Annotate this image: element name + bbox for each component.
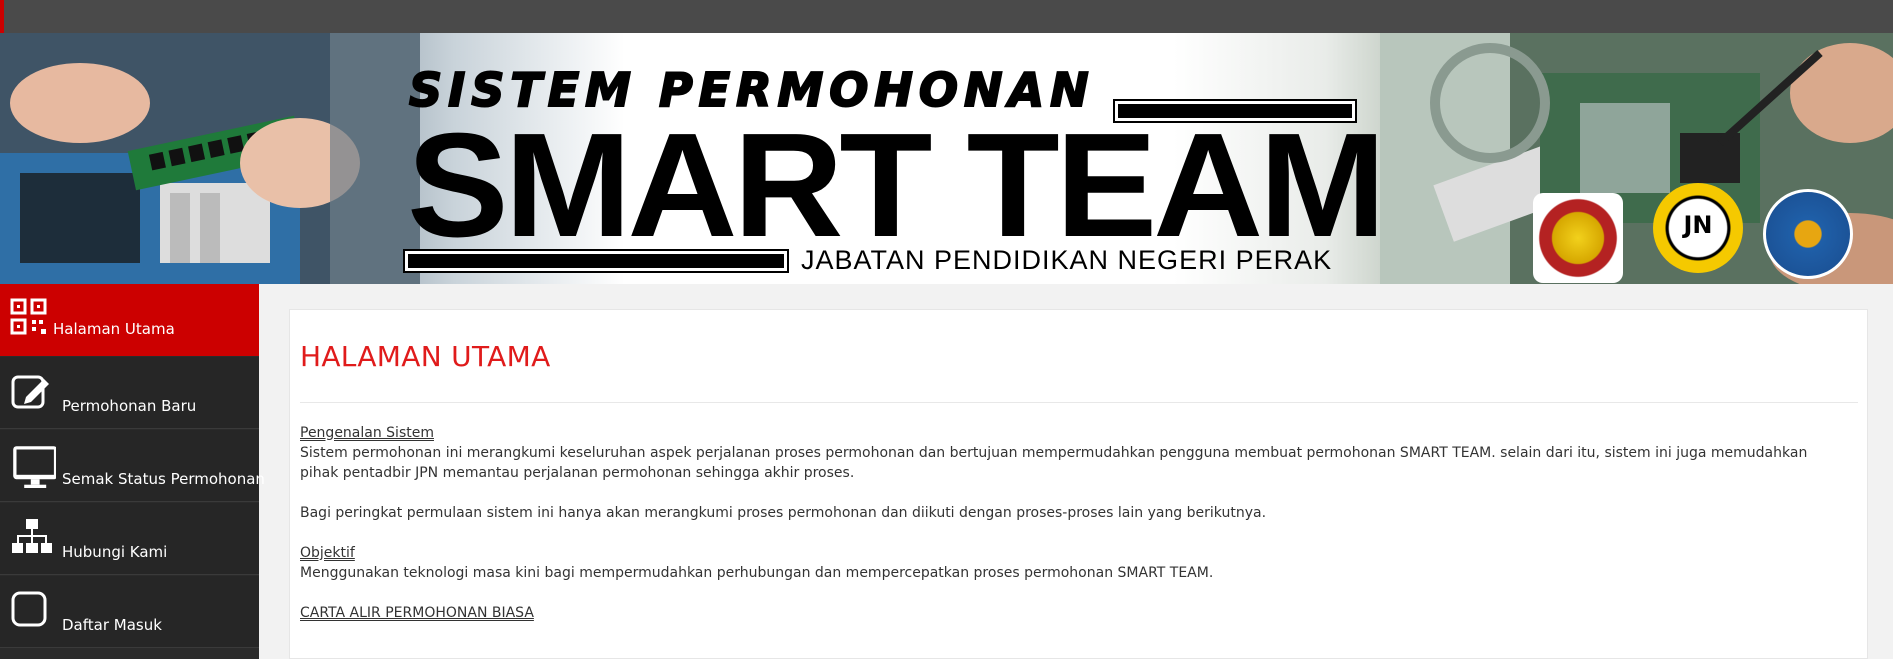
- malaysia-coat-of-arms-logo: [1533, 193, 1623, 283]
- qr-grid-icon: [10, 298, 47, 335]
- sidebar-item-semak-status[interactable]: Semak Status Permohonan: [0, 430, 265, 502]
- login-icon: [11, 591, 47, 627]
- sidebar-item-label: Daftar Masuk: [62, 616, 162, 634]
- sidebar-item-hubungi-kami[interactable]: Hubungi Kami: [0, 503, 259, 575]
- jpn-logo-text: JN: [1683, 211, 1713, 239]
- sitemap-icon: [12, 519, 52, 553]
- intro-text: Sistem permohonan ini merangkumi keselur…: [300, 445, 1808, 481]
- sidebar-item-label: Hubungi Kami: [62, 543, 168, 561]
- banner-title-block: SISTEM PERMOHONAN SMART TEAM JABATAN PEN…: [403, 53, 1386, 284]
- objective-text: Menggunakan teknologi masa kini bagi mem…: [300, 565, 1214, 581]
- edit-icon: [11, 375, 49, 409]
- banner-title-underline: [403, 249, 789, 273]
- intro-section: Pengenalan Sistem Sistem permohonan ini …: [300, 423, 1840, 483]
- sidebar-nav: Halaman Utama Permohonan Baru Semak Stat…: [0, 284, 265, 659]
- phase-text: Bagi peringkat permulaan sistem ini hany…: [300, 505, 1267, 521]
- sidebar-item-halaman-utama[interactable]: Halaman Utama: [0, 284, 259, 356]
- sidebar-item-label: Semak Status Permohonan: [62, 470, 265, 488]
- logo-group: JN: [1533, 183, 1863, 284]
- objective-section: Objektif Menggunakan teknologi masa kini…: [300, 543, 1840, 583]
- title-divider: [300, 402, 1858, 403]
- sidebar-item-label: Permohonan Baru: [62, 397, 197, 415]
- sidebar-item-label: Halaman Utama: [53, 320, 175, 338]
- top-bar-accent: [0, 0, 4, 33]
- motherboard-photo-left: [0, 33, 420, 284]
- sidebar-item-daftar-masuk[interactable]: Daftar Masuk: [0, 576, 259, 648]
- flow-link-row: CARTA ALIR PERMOHONAN BIASA: [300, 603, 1840, 623]
- header-banner: SISTEM PERMOHONAN SMART TEAM JABATAN PEN…: [0, 33, 1893, 284]
- top-bar: [0, 0, 1893, 33]
- page-title: HALAMAN UTAMA: [300, 340, 551, 373]
- banner-title-big: SMART TEAM: [407, 103, 1386, 268]
- sidebar-item-permohonan-baru[interactable]: Permohonan Baru: [0, 357, 259, 429]
- objective-heading: Objektif: [300, 545, 355, 561]
- jpn-perak-logo: JN: [1653, 183, 1743, 273]
- banner-subtitle: JABATAN PENDIDIKAN NEGERI PERAK: [801, 245, 1333, 275]
- intro-heading: Pengenalan Sistem: [300, 425, 434, 441]
- kpm-logo: [1763, 189, 1853, 279]
- flowchart-link[interactable]: CARTA ALIR PERMOHONAN BIASA: [300, 605, 534, 621]
- main-content-panel: HALAMAN UTAMA Pengenalan Sistem Sistem p…: [289, 309, 1868, 659]
- phase-paragraph: Bagi peringkat permulaan sistem ini hany…: [300, 503, 1840, 523]
- monitor-icon: [13, 446, 56, 488]
